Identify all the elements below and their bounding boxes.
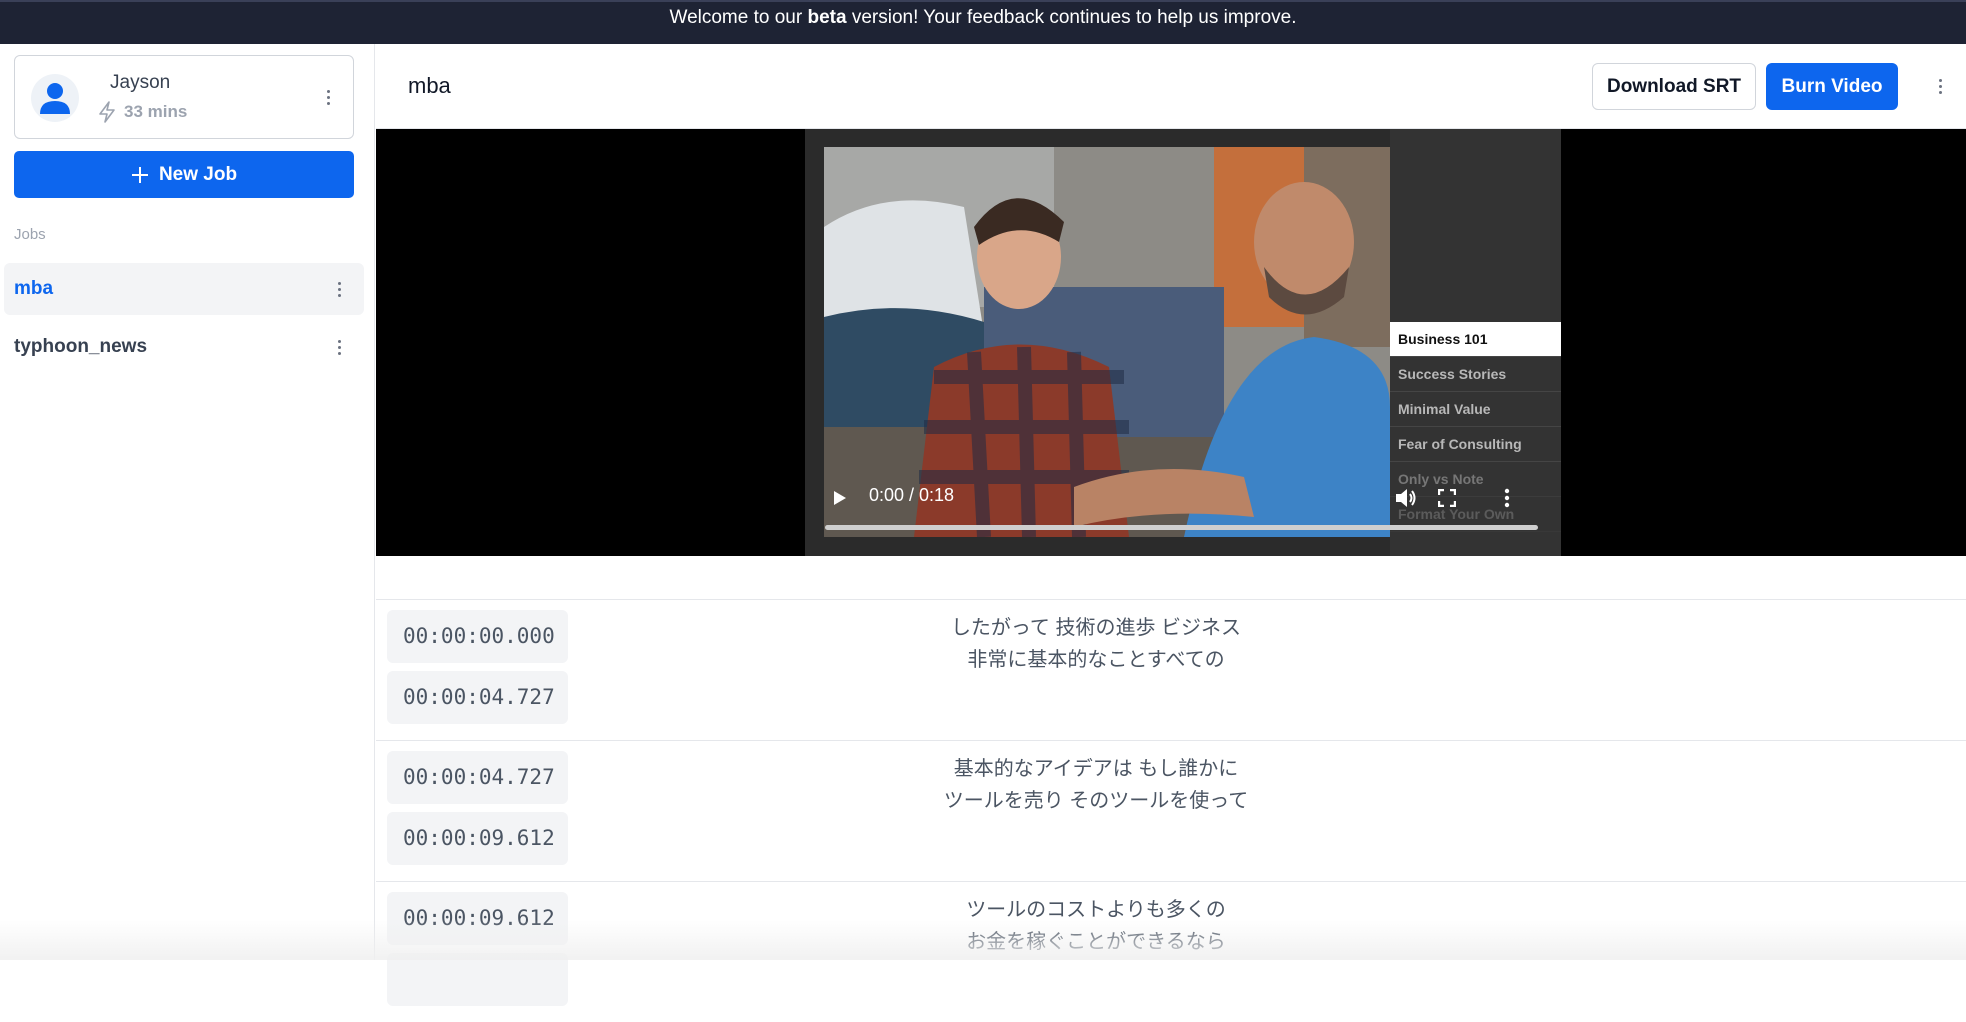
- chapter-item[interactable]: Fear of Consulting: [1390, 427, 1561, 462]
- plus-icon: [131, 166, 149, 184]
- fullscreen-icon[interactable]: [1438, 489, 1456, 507]
- playback-time: 0:00 / 0:18: [869, 485, 954, 506]
- seek-bar[interactable]: [825, 525, 1538, 530]
- segment-line: ツールのコストよりも多くの: [376, 894, 1816, 926]
- segment-text[interactable]: ツールのコストよりも多くの お金を稼ぐことができるなら: [376, 894, 1816, 958]
- beta-banner: Welcome to our beta version! Your feedba…: [0, 0, 1966, 44]
- jobs-heading: Jobs: [14, 226, 46, 243]
- banner-text-suffix: version! Your feedback continues to help…: [847, 7, 1297, 28]
- user-icon: [31, 74, 79, 122]
- more-options-icon[interactable]: [1930, 72, 1950, 100]
- player-menu-icon[interactable]: [1504, 488, 1510, 508]
- segment-text[interactable]: 基本的なアイデアは もし誰かに ツールを売り そのツールを使って: [376, 753, 1816, 817]
- video-area: Business 101 Success Stories Minimal Val…: [376, 129, 1966, 556]
- chapter-item[interactable]: Minimal Value: [1390, 392, 1561, 427]
- sidebar: Jayson 33 mins New Job Jobs mba typhoon_…: [0, 44, 375, 960]
- transcript-segment: 00:00:09.612 ツールのコストよりも多くの お金を稼ぐことができるなら: [376, 881, 1966, 1022]
- job-menu-icon[interactable]: [329, 275, 349, 303]
- job-item-label: typhoon_news: [14, 336, 147, 358]
- banner-text-prefix: Welcome to our: [669, 7, 807, 28]
- user-menu-icon[interactable]: [318, 83, 338, 111]
- minutes-remaining: 33 mins: [96, 100, 187, 124]
- transcript-segment: 00:00:04.727 00:00:09.612 基本的なアイデアは もし誰か…: [376, 740, 1966, 881]
- minutes-label: 33 mins: [124, 102, 187, 122]
- transcript-segment: 00:00:00.000 00:00:04.727 したがって 技術の進歩 ビジ…: [376, 599, 1966, 740]
- transcript-list: 00:00:00.000 00:00:04.727 したがって 技術の進歩 ビジ…: [376, 556, 1966, 960]
- segment-line: 非常に基本的なことすべての: [376, 644, 1816, 676]
- end-time-field[interactable]: 00:00:04.727: [387, 671, 568, 724]
- new-job-label: New Job: [159, 164, 237, 186]
- avatar: [31, 74, 79, 122]
- segment-line: お金を稼ぐことができるなら: [376, 926, 1816, 958]
- segment-line: 基本的なアイデアは もし誰かに: [376, 753, 1816, 785]
- chapter-item[interactable]: Business 101: [1390, 322, 1561, 357]
- download-srt-button[interactable]: Download SRT: [1592, 63, 1756, 110]
- new-job-button[interactable]: New Job: [14, 151, 354, 198]
- segment-text[interactable]: したがって 技術の進歩 ビジネス 非常に基本的なことすべての: [376, 612, 1816, 676]
- volume-icon[interactable]: [1394, 487, 1418, 509]
- job-header: mba Download SRT Burn Video: [376, 44, 1966, 129]
- user-name: Jayson: [110, 72, 170, 94]
- end-time-field[interactable]: 00:00:09.612: [387, 812, 568, 865]
- burn-video-button[interactable]: Burn Video: [1766, 63, 1898, 110]
- job-item-label: mba: [14, 278, 53, 300]
- banner-text-bold: beta: [807, 7, 846, 28]
- segment-line: ツールを売り そのツールを使って: [376, 785, 1816, 817]
- play-icon[interactable]: [832, 489, 848, 507]
- job-item-mba[interactable]: mba: [4, 263, 364, 315]
- chapter-item[interactable]: Success Stories: [1390, 357, 1561, 392]
- job-menu-icon[interactable]: [329, 333, 349, 361]
- user-card[interactable]: Jayson 33 mins: [14, 55, 354, 139]
- page-title: mba: [408, 73, 451, 99]
- segment-line: したがって 技術の進歩 ビジネス: [376, 612, 1816, 644]
- job-item-typhoon-news[interactable]: typhoon_news: [4, 321, 364, 373]
- end-time-field[interactable]: [387, 953, 568, 1006]
- video-player[interactable]: Business 101 Success Stories Minimal Val…: [805, 129, 1561, 556]
- player-controls: 0:00 / 0:18: [824, 479, 1542, 539]
- lightning-icon: [96, 100, 118, 124]
